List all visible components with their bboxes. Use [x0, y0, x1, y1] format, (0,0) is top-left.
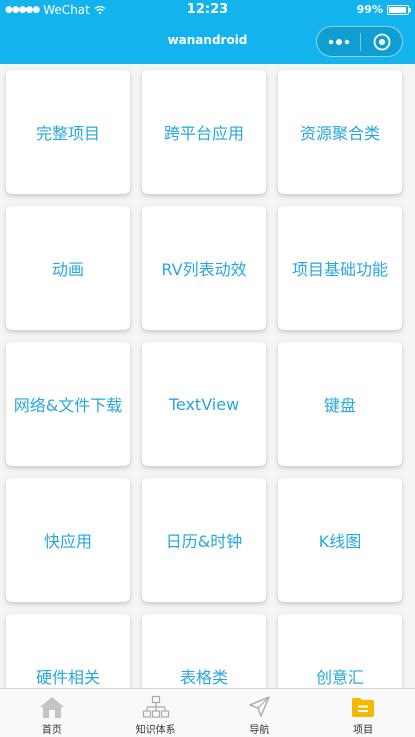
category-card[interactable]: 跨平台应用 — [142, 70, 266, 194]
mini-program-capsule — [316, 26, 403, 57]
category-card[interactable]: 表格类 — [142, 614, 266, 688]
more-button[interactable] — [317, 27, 360, 56]
status-bar: ●●●●● WeChat 12:23 99% — [0, 0, 415, 20]
status-time: 12:23 — [186, 2, 229, 17]
tab-knowledge-label: 知识体系 — [135, 725, 176, 736]
tab-navigation-label: 导航 — [249, 725, 270, 736]
category-scroll-area[interactable]: 完整项目 跨平台应用 资源聚合类 动画 RV列表动效 项目基础功能 网络&文件下… — [0, 64, 415, 688]
tab-navigation[interactable]: 导航 — [208, 689, 312, 737]
category-card[interactable]: 日历&时钟 — [142, 478, 266, 602]
category-grid: 完整项目 跨平台应用 资源聚合类 动画 RV列表动效 项目基础功能 网络&文件下… — [0, 64, 415, 688]
category-card[interactable]: RV列表动效 — [142, 206, 266, 330]
bottom-tab-bar: 首页 知识体系 导航 项目 — [0, 688, 415, 737]
project-icon — [349, 694, 377, 720]
category-card[interactable]: TextView — [142, 342, 266, 466]
category-card[interactable]: 创意汇 — [278, 614, 402, 688]
top-bar: ●●●●● WeChat 12:23 99% wanandroid — [0, 0, 415, 64]
category-card[interactable]: 动画 — [6, 206, 130, 330]
app-screen: ●●●●● WeChat 12:23 99% wanandroid 完整项目 跨… — [0, 0, 415, 737]
category-card[interactable]: 快应用 — [6, 478, 130, 602]
category-card[interactable]: 键盘 — [278, 342, 402, 466]
category-card[interactable]: 完整项目 — [6, 70, 130, 194]
navigation-icon — [245, 694, 273, 720]
tab-knowledge[interactable]: 知识体系 — [104, 689, 208, 737]
tab-home-label: 首页 — [41, 725, 62, 736]
status-right: 99% — [356, 0, 411, 20]
category-card[interactable]: 网络&文件下载 — [6, 342, 130, 466]
home-icon — [38, 694, 66, 720]
category-card[interactable]: 项目基础功能 — [278, 206, 402, 330]
category-card[interactable]: K线图 — [278, 478, 402, 602]
tab-project-label: 项目 — [353, 725, 374, 736]
target-close-icon — [373, 33, 390, 50]
hierarchy-icon — [142, 694, 170, 720]
battery-icon — [387, 5, 411, 15]
category-card[interactable]: 硬件相关 — [6, 614, 130, 688]
tab-project[interactable]: 项目 — [311, 689, 415, 737]
battery-percent: 99% — [356, 3, 383, 16]
close-button[interactable] — [361, 27, 402, 56]
more-dots-icon — [328, 38, 349, 45]
category-card[interactable]: 资源聚合类 — [278, 70, 402, 194]
tab-home[interactable]: 首页 — [0, 689, 104, 737]
